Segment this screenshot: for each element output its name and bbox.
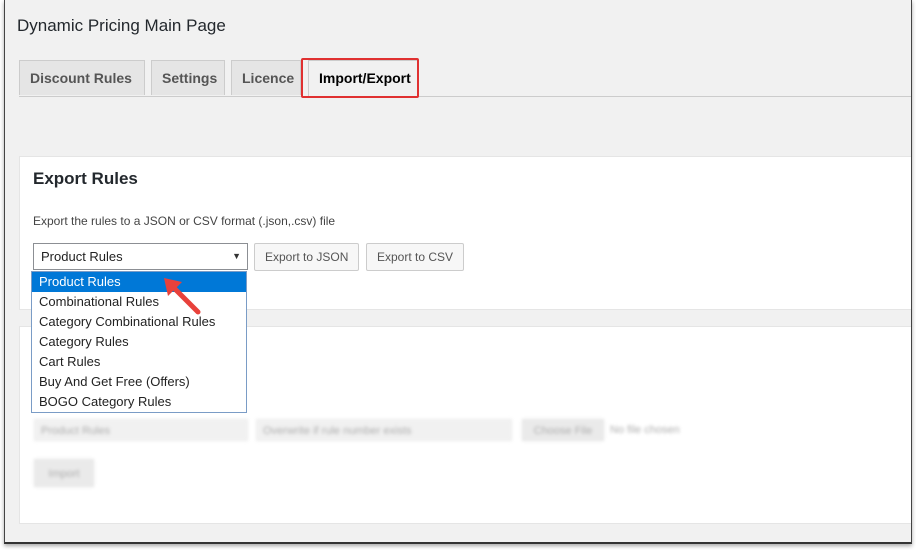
dropdown-option[interactable]: Combinational Rules xyxy=(32,292,246,312)
tab-licence[interactable]: Licence xyxy=(231,60,301,95)
export-heading: Export Rules xyxy=(33,169,138,188)
annotation-arrow-icon xyxy=(164,278,201,315)
dropdown-option[interactable]: Buy And Get Free (Offers) xyxy=(32,372,246,392)
export-csv-button[interactable]: Export to CSV xyxy=(366,243,465,271)
chevron-down-icon: ▼ xyxy=(232,251,241,261)
import-rule-type-select[interactable]: Product Rules xyxy=(34,419,248,441)
tab-discount-rules[interactable]: Discount Rules xyxy=(19,60,145,95)
choose-file-button[interactable]: Choose File xyxy=(522,419,604,441)
rule-type-dropdown[interactable]: Product Rules Combinational Rules Catego… xyxy=(31,271,247,413)
export-json-button[interactable]: Export to JSON xyxy=(254,243,360,271)
dropdown-option[interactable]: Cart Rules xyxy=(32,352,246,372)
import-button[interactable]: Import xyxy=(34,459,94,487)
dropdown-option[interactable]: Category Rules xyxy=(32,332,246,352)
dropdown-option[interactable]: BOGO Category Rules xyxy=(32,392,246,412)
tab-settings[interactable]: Settings xyxy=(151,60,225,95)
file-status: No file chosen xyxy=(610,424,680,436)
dropdown-option[interactable]: Product Rules xyxy=(32,272,246,292)
rule-type-select-value: Product Rules xyxy=(41,249,123,264)
tab-bar: Discount Rules Settings Licence Import/E… xyxy=(19,60,911,97)
tab-highlight-box xyxy=(301,58,419,98)
page-title: Dynamic Pricing Main Page xyxy=(17,16,226,35)
rule-type-select[interactable]: Product Rules ▼ xyxy=(33,243,248,270)
export-description: Export the rules to a JSON or CSV format… xyxy=(33,214,336,228)
dropdown-option[interactable]: Category Combinational Rules xyxy=(32,312,246,332)
import-mode-select[interactable]: Overwrite if rule number exists xyxy=(256,419,512,441)
